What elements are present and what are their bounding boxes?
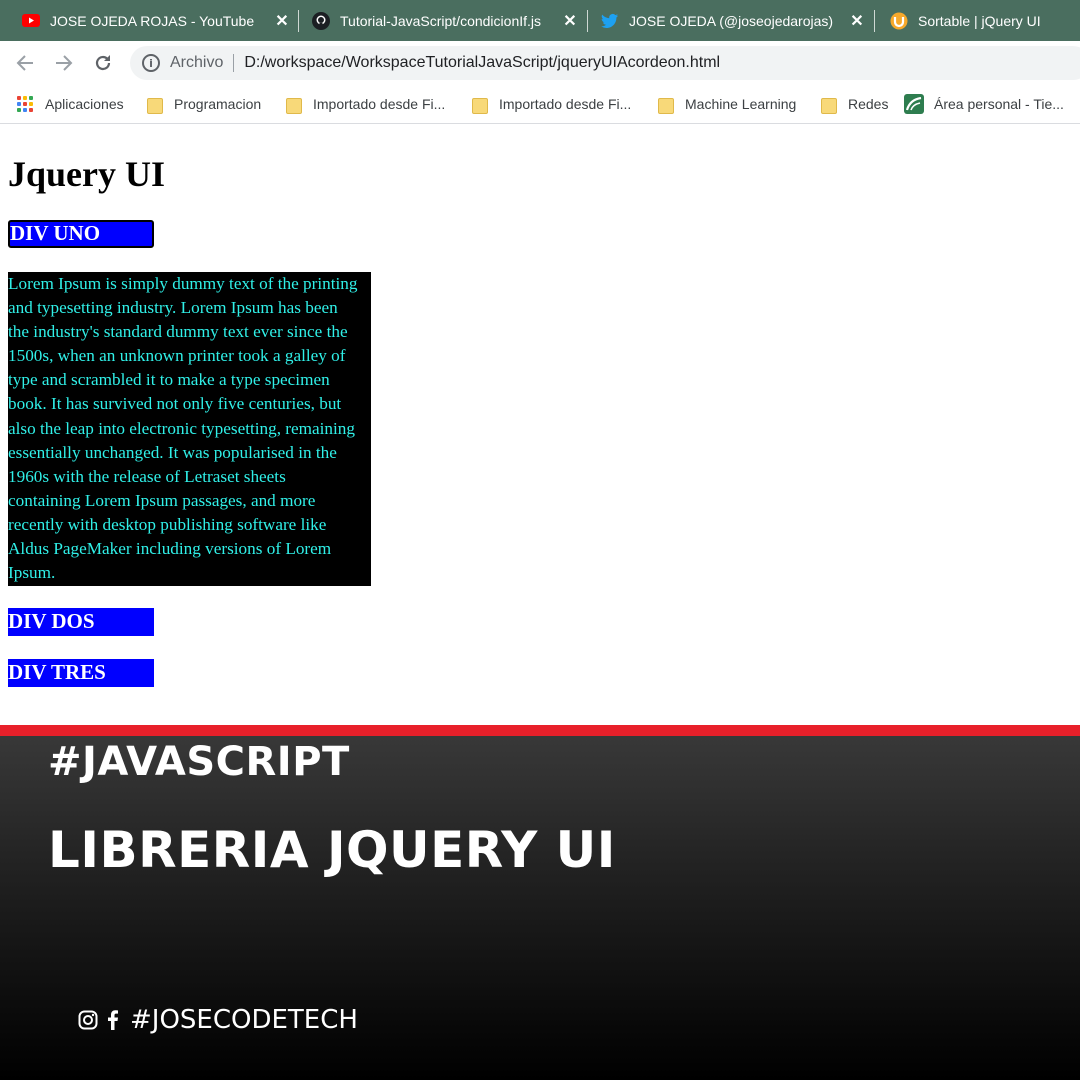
panel-line: recently with desktop publishing softwar… [8,514,327,534]
browser-tab-strip: JOSE OJEDA ROJAS - YouTube ✕ Tutorial-Ja… [0,0,1080,41]
panel-line: Lorem Ipsum is simply dummy text of the … [8,274,358,293]
site-info-icon[interactable]: i [142,54,160,72]
tab-title: JOSE OJEDA ROJAS - YouTube [50,12,255,29]
tab-youtube[interactable]: JOSE OJEDA ROJAS - YouTube ✕ [22,0,290,41]
folder-icon [471,95,488,114]
close-tab-icon[interactable]: ✕ [562,13,578,30]
bookmark-folder[interactable]: Programacion [146,93,261,115]
bookmark-folder[interactable]: Redes [820,93,888,115]
jquery-ui-icon [890,12,908,30]
tab-title: Sortable | jQuery UI [918,12,1041,29]
apps-grid-icon [17,96,33,112]
bookmark-label: Redes [848,96,889,112]
bookmark-label: Importado desde Fi... [499,96,632,112]
panel-line: containing Lorem Ipsum passages, and mor… [8,490,316,510]
panel-line: also the leap into electronic typesettin… [8,418,355,438]
omnibox-divider [233,54,235,72]
banner-accent-stripe [0,725,1080,736]
tab-title: JOSE OJEDA (@joseojedarojas) / T [629,12,837,29]
accordion-header-div-dos[interactable]: DIV DOS [8,608,154,636]
facebook-icon [108,1010,118,1030]
bookmark-folder[interactable]: Importado desde Fi... [471,93,631,115]
bookmark-moodle[interactable]: Área personal - Tie... [904,93,1064,115]
accordion-header-div-uno[interactable]: DIV UNO [8,220,154,248]
reload-icon[interactable] [89,49,117,77]
tab-twitter[interactable]: JOSE OJEDA (@joseojedarojas) / T ✕ [601,0,865,41]
github-icon [312,11,330,30]
panel-line: book. It has survived not only five cent… [8,394,342,414]
instagram-icon [78,1010,98,1030]
panel-line: 1500s, when an unknown printer took a ga… [8,346,346,366]
bookmark-folder[interactable]: Machine Learning [657,93,796,115]
social-handle: #JOSECODETECH [78,1005,358,1035]
banner-headline: LIBRERIA JQUERY UI [48,821,616,879]
scheme-label: Archivo [170,54,224,71]
bookmark-label: Área personal - Tie... [934,96,1064,112]
moodle-icon [904,94,924,114]
youtube-icon [22,12,40,30]
tab-separator [298,10,299,32]
bookmark-folder[interactable]: Importado desde Fi... [285,93,445,115]
panel-line: 1960s with the release of Letraset sheet… [8,466,286,486]
bookmark-label: Machine Learning [685,96,797,112]
forward-arrow-icon[interactable] [50,49,78,77]
page-viewport: Jquery UI DIV UNO Lorem Ipsum is simply … [0,125,1080,725]
twitter-icon [601,12,619,30]
social-handle-text: #JOSECODETECH [130,1005,358,1035]
panel-line: the industry's standard dummy text ever … [8,322,348,342]
bookmark-label: Aplicaciones [45,96,124,112]
panel-line: Ipsum. [8,563,56,583]
bookmark-label: Programacion [174,96,262,112]
close-tab-icon[interactable]: ✕ [274,13,290,30]
url-text[interactable]: D:/workspace/WorkspaceTutorialJavaScript… [244,54,720,72]
accordion-panel-div-uno: Lorem Ipsum is simply dummy text of the … [8,272,371,586]
close-tab-icon[interactable]: ✕ [849,13,865,30]
panel-line: essentially unchanged. It was popularise… [8,442,337,462]
back-arrow-icon[interactable] [11,49,39,77]
folder-icon [146,95,163,114]
browser-toolbar: i Archivo D:/workspace/WorkspaceTutorial… [0,41,1080,85]
accordion-header-div-tres[interactable]: DIV TRES [8,659,154,687]
panel-line: and typesetting industry. Lorem Ipsum ha… [8,298,338,318]
address-bar[interactable]: i Archivo D:/workspace/WorkspaceTutorial… [130,46,1080,80]
bookmark-label: Importado desde Fi... [313,96,446,112]
panel-line: Aldus PageMaker including versions of Lo… [8,539,332,559]
folder-icon [285,95,302,114]
tab-jquery-ui[interactable]: Sortable | jQuery UI [890,0,1080,41]
page-title: Jquery UI [8,154,166,194]
tab-separator [874,10,875,32]
folder-icon [657,95,674,114]
tab-github[interactable]: Tutorial-JavaScript/condicionIf.js ✕ [312,0,578,41]
banner-hashtag: #JAVASCRIPT [48,739,350,785]
panel-line: type and scrambled it to make a type spe… [8,370,330,390]
bookmarks-bar: Aplicaciones Programacion Importado desd… [0,85,1080,124]
bookmark-apps[interactable]: Aplicaciones [17,93,124,115]
folder-icon [820,95,837,114]
promo-banner: #JAVASCRIPT LIBRERIA JQUERY UI #JOSECODE… [0,725,1080,1080]
tab-title: Tutorial-JavaScript/condicionIf.js [340,12,542,29]
tab-separator [587,10,588,32]
